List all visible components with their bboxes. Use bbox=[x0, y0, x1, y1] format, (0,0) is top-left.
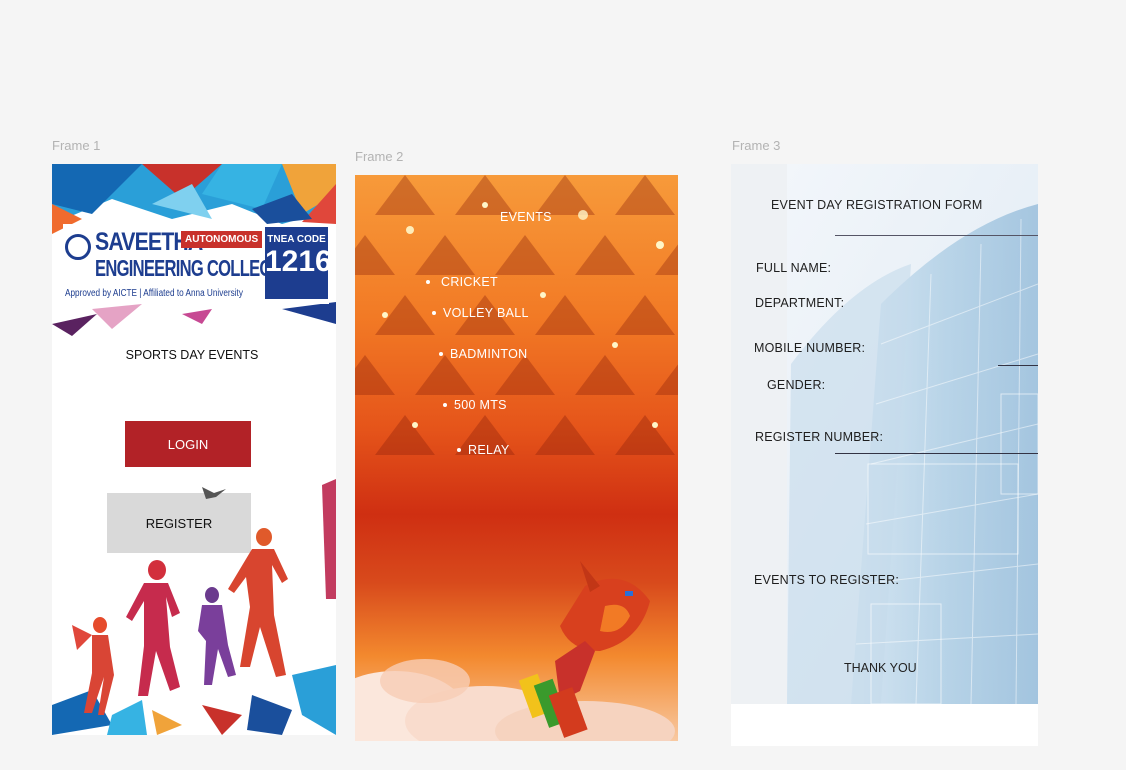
event-label: CRICKET bbox=[441, 275, 498, 289]
events-title: EVENTS bbox=[500, 210, 552, 224]
mobile-number-label: MOBILE NUMBER: bbox=[754, 341, 866, 355]
runners-illustration bbox=[52, 479, 336, 735]
login-button[interactable]: LOGIN bbox=[125, 421, 251, 467]
form-title: EVENT DAY REGISTRATION FORM bbox=[771, 198, 983, 212]
bullet-icon bbox=[457, 448, 461, 452]
register-number-label: REGISTER NUMBER: bbox=[755, 430, 884, 444]
register-number-field[interactable] bbox=[835, 453, 1038, 454]
events-to-register-label: EVENTS TO REGISTER: bbox=[754, 573, 900, 587]
tnea-code-box: TNEA CODE 1216 bbox=[265, 227, 332, 299]
tnea-label: TNEA CODE bbox=[267, 234, 326, 245]
trophy-icon bbox=[518, 561, 650, 738]
frame-2-label: Frame 2 bbox=[355, 149, 404, 164]
frame-3-label: Frame 3 bbox=[732, 138, 781, 153]
frame-3-registration-form[interactable]: EVENT DAY REGISTRATION FORM FULL NAME: D… bbox=[731, 164, 1038, 746]
title-underline bbox=[835, 235, 1038, 236]
autonomous-badge: AUTONOMOUS bbox=[181, 231, 263, 248]
page-title: SPORTS DAY EVENTS bbox=[125, 348, 259, 362]
college-name-line2: ENGINEERING COLLEGE bbox=[95, 255, 283, 281]
tnea-code: 1216 bbox=[265, 245, 332, 278]
event-item-volleyball[interactable]: VOLLEY BALL bbox=[432, 306, 529, 320]
thank-you-text: THANK YOU bbox=[844, 661, 917, 675]
bullet-icon bbox=[432, 311, 436, 315]
bullet-icon bbox=[439, 352, 443, 356]
event-item-relay[interactable]: RELAY bbox=[457, 443, 510, 457]
bullet-icon bbox=[443, 403, 447, 407]
event-item-500mts[interactable]: 500 MTS bbox=[443, 398, 507, 412]
form-footer-area bbox=[731, 704, 1038, 746]
gender-label: GENDER: bbox=[767, 378, 826, 392]
event-label: RELAY bbox=[468, 443, 510, 457]
event-label: VOLLEY BALL bbox=[443, 306, 529, 320]
event-label: BADMINTON bbox=[450, 347, 528, 361]
department-label: DEPARTMENT: bbox=[755, 296, 845, 310]
full-name-label: FULL NAME: bbox=[756, 261, 832, 275]
college-seal-icon bbox=[65, 234, 91, 260]
approval-text: Approved by AICTE | Affiliated to Anna U… bbox=[65, 288, 243, 299]
event-label: 500 MTS bbox=[454, 398, 507, 412]
bullet-icon bbox=[426, 280, 430, 284]
frame-2-events-screen[interactable]: EVENTS CRICKET VOLLEY BALL BADMINTON 500… bbox=[355, 175, 678, 741]
frame-1-label: Frame 1 bbox=[52, 138, 101, 153]
mobile-number-field[interactable] bbox=[998, 365, 1038, 366]
college-logo: SAVEETHA AUTONOMOUS ENGINEERING COLLEGE … bbox=[63, 224, 332, 304]
event-item-cricket[interactable]: CRICKET bbox=[426, 275, 498, 289]
event-item-badminton[interactable]: BADMINTON bbox=[439, 347, 527, 361]
frame-1-home-screen[interactable]: SAVEETHA AUTONOMOUS ENGINEERING COLLEGE … bbox=[52, 164, 336, 735]
